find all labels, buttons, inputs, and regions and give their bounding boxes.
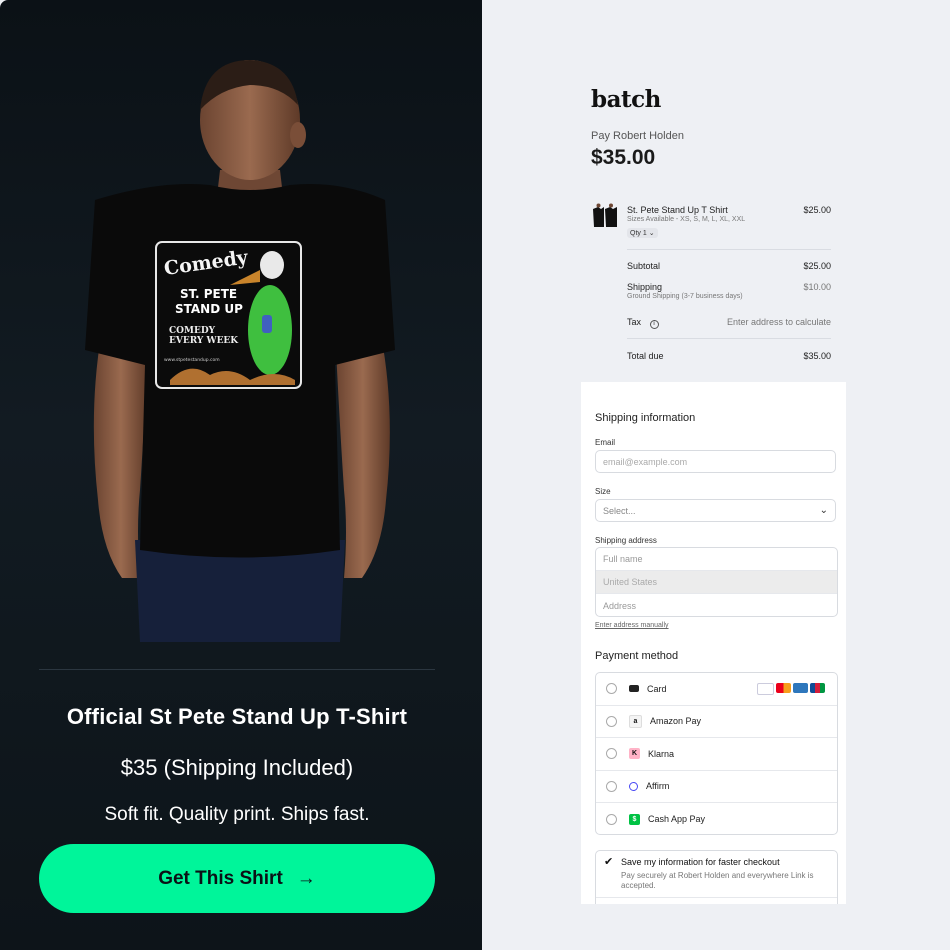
- radio-button[interactable]: [606, 715, 617, 727]
- total-amount: $35.00: [591, 146, 656, 169]
- size-select[interactable]: Select... ⌄: [595, 499, 836, 522]
- address-field[interactable]: Address: [596, 594, 837, 616]
- payment-methods: Card a Amazon Pay K Klarna Affirm $ Cash…: [595, 672, 838, 835]
- cta-label: Get This Shirt: [158, 867, 283, 889]
- checkout-form: Shipping information Email email@example…: [581, 382, 846, 904]
- brand-logo: batch: [591, 86, 661, 113]
- tax-value: Enter address to calculate: [726, 317, 831, 327]
- size-placeholder: Select...: [603, 505, 636, 516]
- svg-text:STAND UP: STAND UP: [175, 302, 243, 316]
- product-title: Official St Pete Stand Up T-Shirt: [66, 704, 408, 729]
- payment-label: Klarna: [648, 748, 675, 759]
- shipping-value: $10.00: [803, 282, 831, 292]
- radio-button[interactable]: [606, 780, 617, 792]
- divider: [627, 249, 831, 250]
- tax-label: Tax: [627, 317, 642, 327]
- shirt-graphic: Comedy ST. PETE STAND UP COMEDY EVERY WE…: [155, 241, 302, 389]
- full-name-field[interactable]: Full name: [596, 548, 837, 571]
- total-due-label: Total due: [627, 351, 664, 361]
- klarna-icon: K: [629, 748, 640, 760]
- product-panel: Comedy ST. PETE STAND UP COMEDY EVERY WE…: [0, 0, 482, 950]
- item-name: St. Pete Stand Up T Shirt: [627, 205, 728, 215]
- payment-option-card[interactable]: Card: [596, 673, 837, 706]
- product-tagline: Soft fit. Quality print. Ships fast.: [104, 804, 370, 825]
- mastercard-icon: [776, 683, 791, 693]
- shipping-address-label: Shipping address: [595, 536, 657, 545]
- card-icon: [629, 685, 639, 693]
- divider: [596, 897, 837, 898]
- divider: [627, 338, 831, 339]
- email-label: Email: [595, 438, 616, 447]
- get-this-shirt-button[interactable]: Get This Shirt →: [39, 844, 435, 913]
- item-thumbnail: [592, 203, 618, 229]
- svg-text:www.stpetestandup.com: www.stpetestandup.com: [164, 357, 220, 363]
- payment-option-affirm[interactable]: Affirm: [596, 771, 837, 803]
- item-price: $25.00: [803, 205, 831, 215]
- save-info-description: Pay securely at Robert Holden and everyw…: [621, 871, 814, 890]
- subtotal-label: Subtotal: [627, 261, 661, 271]
- amex-icon: [793, 683, 808, 693]
- divider: [39, 669, 435, 670]
- email-placeholder: email@example.com: [603, 456, 688, 467]
- chevron-down-icon: ⌄: [648, 230, 655, 237]
- payment-label: Affirm: [646, 781, 670, 792]
- jcb-icon: [810, 683, 825, 693]
- total-due-value: $35.00: [803, 351, 831, 361]
- chevron-down-icon: ⌄: [819, 505, 828, 516]
- payment-method-title: Payment method: [595, 650, 679, 662]
- svg-text:ST. PETE: ST. PETE: [180, 287, 237, 301]
- payment-label: Amazon Pay: [650, 716, 702, 727]
- affirm-icon: [629, 781, 638, 791]
- save-info-label: Save my information for faster checkout: [621, 857, 780, 867]
- svg-text:EVERY WEEK: EVERY WEEK: [169, 336, 239, 346]
- svg-text:COMEDY: COMEDY: [169, 326, 216, 336]
- payment-option-klarna[interactable]: K Klarna: [596, 738, 837, 771]
- tax-row: Tax i: [627, 317, 659, 329]
- arrow-right-icon: →: [296, 867, 316, 889]
- payment-label: Cash App Pay: [648, 814, 706, 825]
- checkmark-icon[interactable]: ✔: [604, 855, 613, 868]
- radio-button[interactable]: [606, 748, 617, 760]
- qty-selector[interactable]: Qty 1 ⌄: [627, 228, 658, 238]
- enter-address-manually-link[interactable]: Enter address manually: [595, 622, 669, 629]
- shipping-note: Ground Shipping (3-7 business days): [627, 293, 743, 300]
- product-price: $35 (Shipping Included): [120, 755, 354, 780]
- product-photo: Comedy ST. PETE STAND UP COMEDY EVERY WE…: [85, 60, 395, 642]
- shipping-label: Shipping: [627, 282, 663, 292]
- country-select[interactable]: United States: [596, 571, 837, 594]
- radio-button[interactable]: [606, 683, 617, 695]
- card-brands: [757, 683, 825, 695]
- email-field[interactable]: email@example.com: [595, 450, 836, 473]
- info-icon[interactable]: i: [649, 320, 659, 329]
- address-group: Full name United States Address: [595, 547, 838, 617]
- visa-icon: [757, 683, 774, 695]
- item-sizes: Sizes Available - XS, S, M, L, XL, XXL: [627, 216, 746, 223]
- shipping-info-title: Shipping information: [595, 412, 696, 424]
- payment-label: Card: [647, 683, 667, 694]
- payee-label: Pay Robert Holden: [591, 130, 684, 142]
- save-info-box: ✔ Save my information for faster checkou…: [595, 850, 838, 904]
- size-label: Size: [595, 487, 611, 496]
- radio-button[interactable]: [606, 813, 617, 825]
- amazon-pay-icon: a: [629, 714, 642, 728]
- qty-label: Qty 1: [630, 230, 647, 237]
- cash-app-icon: $: [629, 813, 640, 825]
- payment-option-amazon-pay[interactable]: a Amazon Pay: [596, 706, 837, 738]
- subtotal-value: $25.00: [803, 261, 831, 271]
- payment-option-cash-app[interactable]: $ Cash App Pay: [596, 803, 837, 834]
- checkout-panel: batch Pay Robert Holden $35.00 St. Pete …: [482, 0, 950, 950]
